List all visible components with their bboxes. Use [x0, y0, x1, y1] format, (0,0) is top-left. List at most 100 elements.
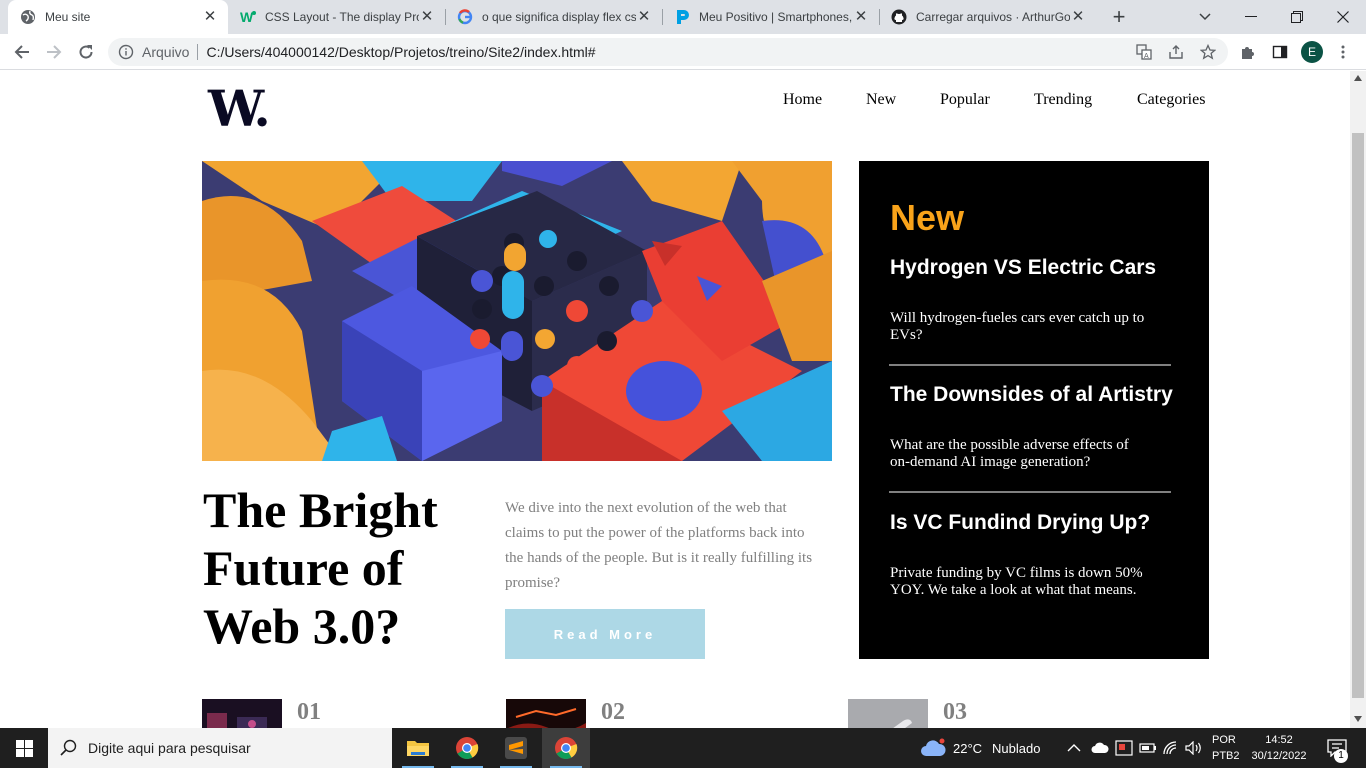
url-text[interactable]: C:/Users/404000142/Desktop/Projetos/trei… — [206, 44, 595, 60]
chrome-icon[interactable] — [443, 728, 491, 768]
security-label: Arquivo — [142, 44, 190, 60]
new-item-title[interactable]: The Downsides of al Artistry — [890, 383, 1173, 407]
article-number: 03 — [943, 699, 967, 725]
scroll-up-arrow-icon[interactable] — [1354, 75, 1362, 81]
close-tab-icon[interactable]: ✕ — [202, 9, 218, 25]
close-tab-icon[interactable]: ✕ — [419, 9, 435, 25]
globe-icon — [20, 9, 36, 25]
wifi-icon[interactable] — [1163, 741, 1179, 755]
restore-button[interactable] — [1274, 0, 1320, 34]
minimize-button[interactable] — [1228, 0, 1274, 34]
notification-center[interactable]: 1 — [1322, 728, 1352, 768]
security-shield-icon[interactable] — [1115, 740, 1133, 756]
scroll-down-arrow-icon[interactable] — [1354, 716, 1362, 722]
address-bar[interactable]: Arquivo C:/Users/404000142/Desktop/Proje… — [108, 38, 1228, 66]
chrome-active-icon[interactable] — [542, 728, 590, 768]
new-item-title[interactable]: Is VC Fundind Drying Up? — [890, 511, 1150, 535]
taskbar-search-box[interactable]: Digite aqui para pesquisar — [48, 728, 392, 768]
page-scrollbar[interactable] — [1350, 71, 1366, 728]
svg-text:W: W — [240, 9, 254, 25]
show-hidden-icons-chevron-icon[interactable] — [1066, 743, 1082, 753]
chrome-menu-icon[interactable] — [1335, 44, 1351, 60]
tab-search-chevron-icon[interactable] — [1182, 0, 1228, 34]
new-articles-panel: New Hydrogen VS Electric Cars Will hydro… — [859, 161, 1209, 659]
new-item-desc: What are the possible adverse effects of… — [890, 437, 1129, 470]
tray-icons — [1066, 728, 1203, 768]
tab-github[interactable]: Carregar arquivos · ArthurGo ✕ — [881, 0, 1096, 34]
nav-categories[interactable]: Categories — [1137, 91, 1205, 109]
article-thumbnail[interactable] — [848, 699, 928, 728]
close-tab-icon[interactable]: ✕ — [853, 9, 869, 25]
google-icon — [457, 9, 473, 25]
volume-icon[interactable] — [1185, 741, 1203, 755]
github-icon — [891, 9, 907, 25]
article-headline: The Bright Future of Web 3.0? — [203, 482, 438, 654]
new-tab-button[interactable]: + — [1097, 0, 1141, 34]
cloud-weather-icon — [921, 738, 946, 756]
side-panel-icon[interactable] — [1272, 44, 1288, 60]
tab-google-search[interactable]: o que significa display flex css ✕ — [447, 0, 662, 34]
sublime-text-icon[interactable] — [492, 728, 540, 768]
weather-widget[interactable]: 22°C Nublado — [920, 728, 1040, 768]
clock[interactable]: 14:52 30/12/2022 — [1248, 728, 1310, 768]
scroll-thumb[interactable] — [1352, 133, 1364, 698]
site-logo[interactable]: W. — [208, 79, 271, 138]
new-item-desc: Will hydrogen-fueles cars ever catch up … — [890, 310, 1145, 343]
language-indicator[interactable]: POR PTB2 — [1212, 728, 1240, 768]
bookmark-star-icon[interactable] — [1200, 44, 1216, 60]
article-number: 02 — [601, 699, 625, 725]
tab-css-layout[interactable]: W CSS Layout - The display Prop ✕ — [230, 0, 445, 34]
nav-popular[interactable]: Popular — [940, 91, 990, 109]
extensions-puzzle-icon[interactable] — [1240, 44, 1256, 60]
windows-taskbar: Digite aqui para pesquisar 22°C Nublado … — [0, 728, 1366, 768]
onedrive-cloud-icon[interactable] — [1091, 742, 1109, 754]
tab-separator — [879, 9, 880, 25]
search-placeholder: Digite aqui para pesquisar — [88, 740, 251, 756]
tab-title: CSS Layout - The display Prop — [265, 10, 419, 24]
close-tab-icon[interactable]: ✕ — [1070, 9, 1086, 25]
share-icon[interactable] — [1168, 44, 1184, 60]
divider — [889, 491, 1171, 493]
back-arrow-icon[interactable] — [8, 38, 36, 66]
file-explorer-icon[interactable] — [394, 728, 442, 768]
battery-icon[interactable] — [1139, 742, 1157, 754]
keyboard-layout: PTB2 — [1212, 750, 1240, 762]
nav-new[interactable]: New — [866, 91, 896, 109]
clock-date: 30/12/2022 — [1251, 750, 1307, 762]
svg-text:A: A — [1144, 53, 1149, 60]
divider — [889, 364, 1171, 366]
close-window-button[interactable] — [1320, 0, 1366, 34]
page-viewport: W. Home New Popular Trending Categories — [0, 71, 1350, 728]
tab-meu-positivo[interactable]: Meu Positivo | Smartphones, ✕ — [664, 0, 879, 34]
windows-start-icon[interactable] — [0, 728, 48, 768]
browser-toolbar: Arquivo C:/Users/404000142/Desktop/Proje… — [0, 34, 1366, 70]
profile-avatar[interactable]: E — [1301, 41, 1323, 63]
article-thumbnail[interactable] — [506, 699, 586, 728]
tab-title: Meu Positivo | Smartphones, — [699, 10, 853, 24]
tab-meu-site[interactable]: Meu site ✕ — [8, 0, 228, 34]
weather-temp: 22°C — [953, 740, 983, 756]
reload-icon[interactable] — [72, 38, 100, 66]
article-intro: We dive into the next evolution of the w… — [505, 500, 813, 591]
site-info-icon[interactable] — [118, 44, 134, 60]
forward-arrow-icon[interactable] — [40, 38, 68, 66]
tab-separator — [445, 9, 446, 25]
tab-title: Meu site — [45, 10, 91, 24]
new-item-title[interactable]: Hydrogen VS Electric Cars — [890, 256, 1156, 280]
nav-trending[interactable]: Trending — [1034, 91, 1092, 109]
w3schools-icon: W — [240, 9, 256, 25]
clock-time: 14:52 — [1265, 734, 1293, 746]
new-panel-heading: New — [890, 197, 965, 238]
article-number: 01 — [297, 699, 321, 725]
translate-icon[interactable]: A — [1136, 44, 1152, 60]
tab-separator — [662, 9, 663, 25]
positivo-icon — [674, 9, 690, 25]
weather-condition: Nublado — [992, 740, 1041, 756]
article-thumbnail[interactable] — [202, 699, 282, 728]
tab-title: Carregar arquivos · ArthurGo — [916, 10, 1070, 24]
read-more-button[interactable]: Read More — [505, 609, 705, 659]
close-tab-icon[interactable]: ✕ — [636, 9, 652, 25]
nav-home[interactable]: Home — [783, 91, 822, 109]
tab-title: o que significa display flex css — [482, 10, 636, 24]
notification-count-badge: 1 — [1334, 749, 1348, 763]
